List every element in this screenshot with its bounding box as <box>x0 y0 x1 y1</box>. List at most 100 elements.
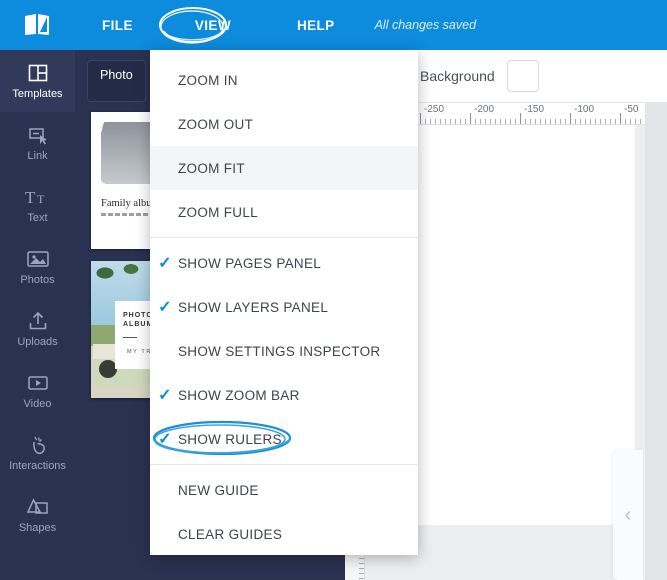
canvas-right-edge <box>645 103 667 580</box>
ruler-tick <box>505 119 506 124</box>
shapes-icon <box>26 496 50 518</box>
sidebar-item-templates-label: Templates <box>12 88 63 100</box>
ruler-tick <box>525 119 526 124</box>
ruler-tick <box>545 119 546 124</box>
sidebar-item-shapes[interactable]: Shapes <box>0 484 75 546</box>
ruler-tick <box>485 119 486 124</box>
menu-item-label: NEW GUIDE <box>178 482 259 498</box>
sidebar-item-shapes-label: Shapes <box>18 522 57 534</box>
ruler-tick <box>615 119 616 124</box>
menu-item-label: ZOOM IN <box>178 72 238 88</box>
menu-item-label: SHOW SETTINGS INSPECTOR <box>178 343 381 359</box>
menu-help[interactable]: HELP <box>287 0 345 50</box>
background-color-swatch[interactable] <box>506 60 539 92</box>
check-icon: ✓ <box>158 387 172 404</box>
ruler-tick <box>475 119 476 124</box>
top-menu-bar: FILE VIEW HELP All changes saved <box>0 0 667 50</box>
ruler-label: -50 <box>624 104 639 115</box>
video-icon <box>26 372 50 394</box>
ruler-tick <box>630 119 631 124</box>
menu-item-show-zoom-bar[interactable]: ✓ SHOW ZOOM BAR <box>150 373 418 417</box>
menu-separator <box>150 464 418 465</box>
menu-item-label: ZOOM OUT <box>178 116 254 132</box>
menu-help-label: HELP <box>296 17 335 33</box>
ruler-label: -200 <box>474 104 495 115</box>
sidebar-item-video[interactable]: Video <box>0 360 75 422</box>
sidebar-item-interactions-label: Interactions <box>9 460 66 472</box>
ruler-label: -100 <box>574 104 595 115</box>
ruler-tick <box>359 563 364 564</box>
menu-item-new-guide[interactable]: NEW GUIDE <box>150 468 418 512</box>
ruler-tick <box>595 119 596 124</box>
ruler-tick <box>570 113 571 124</box>
ruler-tick <box>425 119 426 124</box>
menu-item-show-rulers[interactable]: ✓ SHOW RULERS <box>150 417 418 461</box>
app-root: FILE VIEW HELP All changes saved Templat… <box>0 0 667 580</box>
ruler-tick <box>530 119 531 124</box>
check-icon: ✓ <box>158 431 172 448</box>
ruler-tick <box>495 119 496 124</box>
menu-file[interactable]: FILE <box>92 0 143 50</box>
ruler-tick <box>555 119 556 124</box>
sidebar-item-link-label: Link <box>27 150 48 162</box>
ruler-tick <box>605 119 606 124</box>
ruler-tick <box>580 119 581 124</box>
menu-item-show-pages-panel[interactable]: ✓ SHOW PAGES PANEL <box>150 241 418 285</box>
ruler-label: -250 <box>424 104 445 115</box>
tab-photo-label: Photo <box>100 68 133 82</box>
ruler-tick <box>440 119 441 124</box>
ruler-tick <box>435 119 436 124</box>
ruler-tick <box>490 119 491 124</box>
save-status-text: All changes saved <box>374 18 477 32</box>
ruler-tick <box>359 568 364 569</box>
menu-item-label: SHOW LAYERS PANEL <box>178 299 329 315</box>
sidebar-item-text[interactable]: TT Text <box>0 174 75 236</box>
tab-photo[interactable]: Photo <box>87 60 146 102</box>
flipbook-logo-icon[interactable] <box>22 12 52 38</box>
sidebar-item-photos[interactable]: Photos <box>0 236 75 298</box>
menu-item-zoom-fit[interactable]: ZOOM FIT <box>150 146 418 190</box>
photos-icon <box>26 248 50 270</box>
sidebar-item-uploads[interactable]: Uploads <box>0 298 75 360</box>
ruler-tick <box>640 119 641 124</box>
ruler-tick <box>359 573 364 574</box>
ruler-tick <box>450 119 451 124</box>
ruler-tick <box>445 119 446 124</box>
ruler-tick <box>520 113 521 124</box>
link-icon <box>27 124 49 146</box>
tool-sidebar: Templates Link TT Text Photos Uploads Vi… <box>0 50 75 580</box>
menu-item-show-settings-inspector[interactable]: SHOW SETTINGS INSPECTOR <box>150 329 418 373</box>
menu-view[interactable]: VIEW <box>185 0 241 50</box>
sidebar-item-text-label: Text <box>27 212 48 224</box>
check-icon: ✓ <box>158 255 172 272</box>
interactions-icon <box>26 434 50 456</box>
menu-separator <box>150 237 418 238</box>
menu-item-clear-guides[interactable]: CLEAR GUIDES <box>150 512 418 556</box>
menu-item-zoom-in[interactable]: ZOOM IN <box>150 58 418 102</box>
menu-view-label: VIEW <box>194 17 231 33</box>
ruler-tick <box>455 119 456 124</box>
view-dropdown-menu: ZOOM IN ZOOM OUT ZOOM FIT ZOOM FULL ✓ SHOW PA… <box>150 50 418 555</box>
menu-item-zoom-out[interactable]: ZOOM OUT <box>150 102 418 146</box>
svg-text:T: T <box>25 188 36 207</box>
sidebar-item-uploads-label: Uploads <box>17 336 58 348</box>
text-icon: TT <box>25 186 51 208</box>
menu-item-label: ZOOM FIT <box>178 160 245 176</box>
ruler-tick <box>515 119 516 124</box>
ruler-tick <box>540 119 541 124</box>
check-icon: ✓ <box>158 299 172 316</box>
menu-item-zoom-full[interactable]: ZOOM FULL <box>150 190 418 234</box>
ruler-label: -150 <box>524 104 545 115</box>
ruler-tick <box>590 119 591 124</box>
ruler-tick <box>565 119 566 124</box>
ruler-tick <box>550 119 551 124</box>
ruler-tick <box>430 119 431 124</box>
panel-collapse-handle[interactable]: ‹ <box>613 450 643 580</box>
ruler-tick <box>470 113 471 124</box>
menu-item-show-layers-panel[interactable]: ✓ SHOW LAYERS PANEL <box>150 285 418 329</box>
sidebar-item-interactions[interactable]: Interactions <box>0 422 75 484</box>
sidebar-item-link[interactable]: Link <box>0 112 75 174</box>
ruler-tick <box>465 119 466 124</box>
ruler-tick <box>480 119 481 124</box>
sidebar-item-templates[interactable]: Templates <box>0 50 75 112</box>
